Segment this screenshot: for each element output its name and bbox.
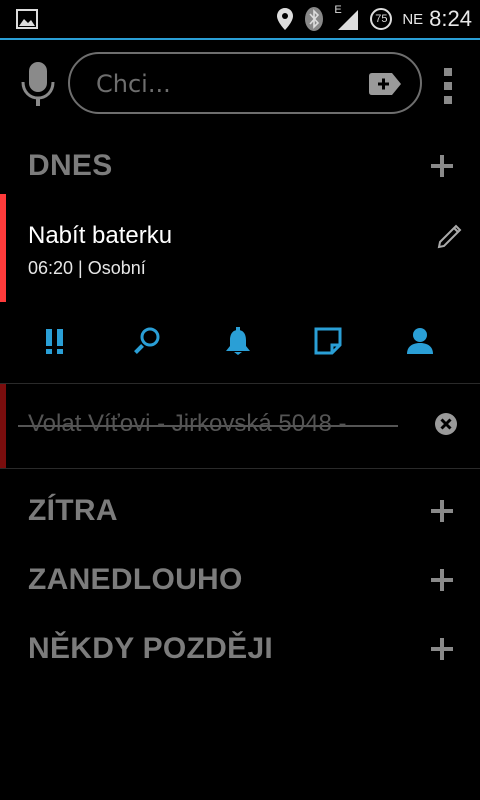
microphone-icon[interactable] [20, 60, 56, 108]
priority-icon[interactable] [40, 326, 70, 356]
divider [0, 468, 480, 469]
strikethrough-line [18, 425, 398, 427]
search-field[interactable] [68, 52, 422, 114]
badge-icon: 75 [370, 8, 393, 30]
add-soon-plus-icon[interactable] [430, 568, 454, 592]
add-today-plus-icon[interactable] [430, 154, 454, 178]
status-bar: E 75 NE 8:24 [0, 0, 480, 40]
task-title: Volat Víťovi - Jirkovská 5048 - [28, 410, 347, 437]
clock: 8:24 [429, 6, 472, 31]
bluetooth-icon [305, 7, 324, 31]
priority-bar [0, 194, 6, 302]
contact-icon[interactable] [405, 326, 435, 356]
edit-pencil-icon[interactable] [436, 220, 466, 250]
section-title-later: NĚKDY POZDĚJI [28, 632, 274, 665]
image-notification-icon [16, 9, 38, 29]
add-label-icon[interactable] [368, 72, 402, 96]
add-tomorrow-plus-icon[interactable] [430, 499, 454, 523]
task-item[interactable]: Nabít baterku 06:20 | Osobní [0, 194, 480, 302]
priority-bar [0, 384, 6, 468]
section-title-today: DNES [28, 149, 113, 182]
task-title: Nabít baterku [28, 222, 173, 249]
signal-icon: E [334, 4, 360, 32]
overflow-menu-icon[interactable] [436, 66, 460, 106]
add-later-plus-icon[interactable] [430, 637, 454, 661]
search-input[interactable] [94, 64, 358, 104]
section-title-tomorrow: ZÍTRA [28, 494, 118, 527]
bell-icon[interactable] [223, 326, 253, 356]
remove-x-circle-icon[interactable] [434, 412, 458, 436]
task-actions [0, 320, 480, 364]
search-icon[interactable] [132, 326, 162, 356]
network-label: NE [402, 10, 424, 28]
note-icon[interactable] [313, 326, 343, 356]
task-item-completed[interactable]: Volat Víťovi - Jirkovská 5048 - [0, 384, 480, 468]
location-icon [277, 8, 294, 30]
top-bar [0, 42, 480, 132]
section-title-soon: ZANEDLOUHO [28, 563, 243, 596]
task-meta: 06:20 | Osobní [28, 258, 146, 278]
